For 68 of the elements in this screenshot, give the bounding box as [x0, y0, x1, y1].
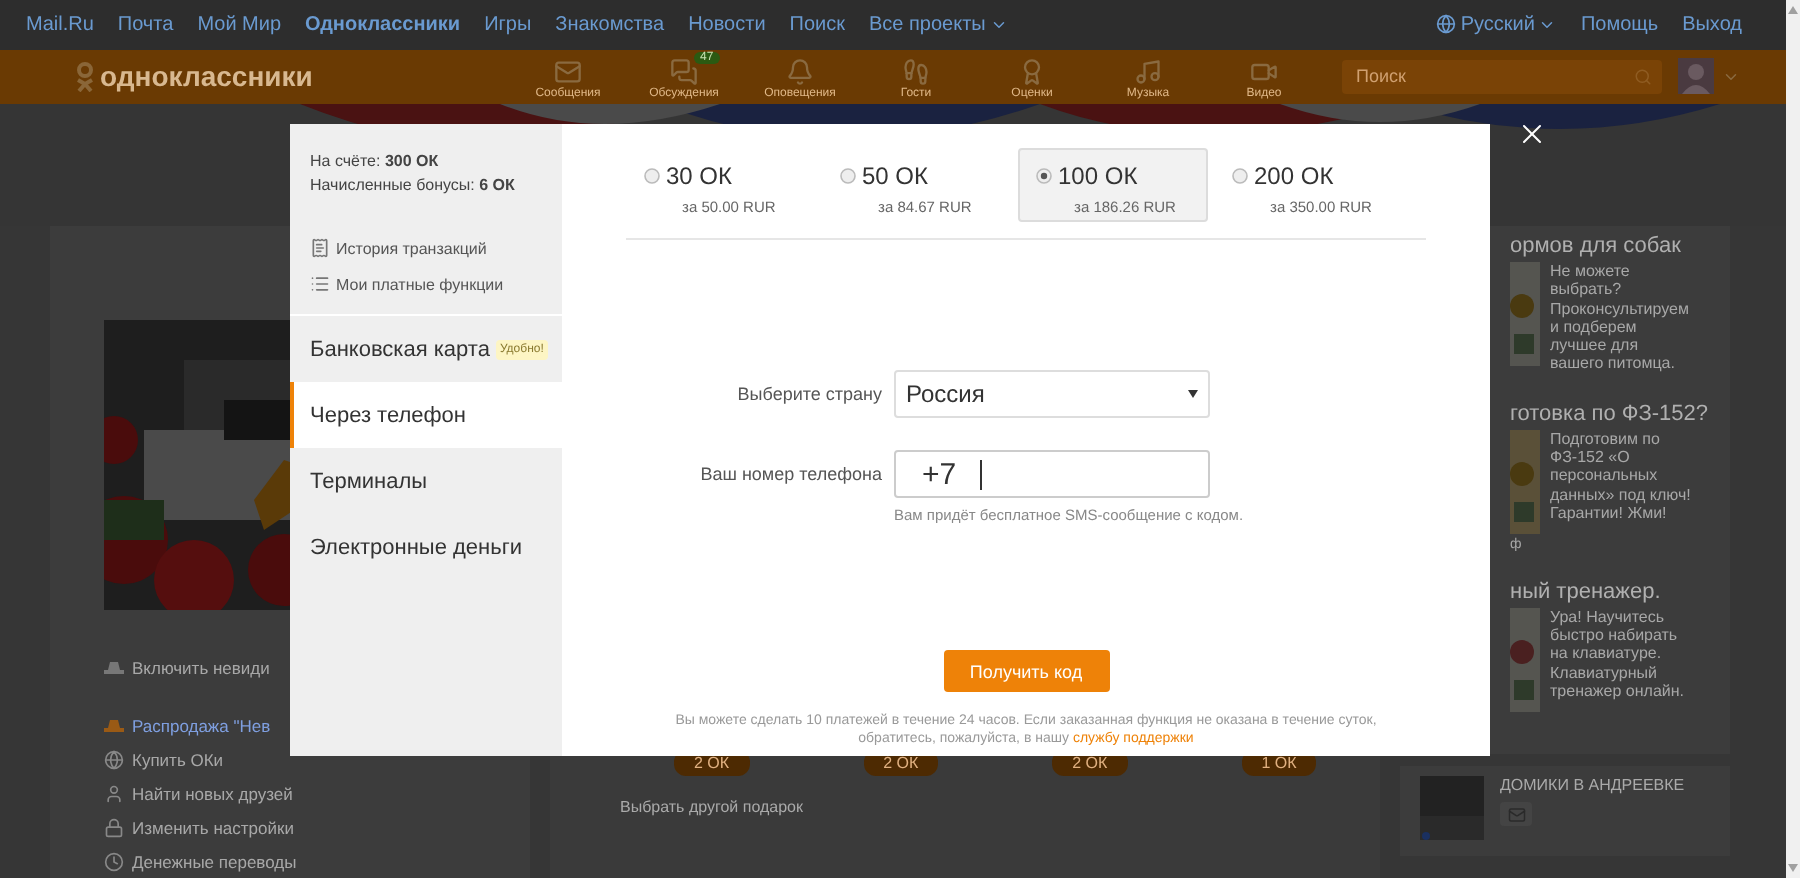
group-title[interactable]: ДОМИКИ В АНДРЕЕВКЕ [1500, 776, 1685, 794]
language-link[interactable]: Русский [1436, 13, 1557, 36]
hat-icon [104, 660, 124, 674]
bonus-text: Начисленные бонусы: 6 ОК [310, 176, 517, 194]
scroll-down-icon[interactable] [1788, 864, 1798, 872]
get-code-button[interactable]: Получить код [943, 650, 1109, 692]
scroll-up-icon[interactable] [1788, 6, 1798, 14]
envelope-icon [554, 58, 582, 87]
field-label: Ваш номер телефона [698, 464, 882, 484]
receipt-icon [310, 238, 330, 258]
ad-title[interactable]: ормов для собак [1510, 234, 1730, 258]
ad-text: Ура! Научитесь быстро набирать на клавиатуре. Клавиатурный тренажер онлайн. [1550, 607, 1686, 704]
sidebar-menu-item[interactable]: Включить невиди [104, 650, 530, 684]
globe-icon [1436, 14, 1457, 35]
radio-icon [644, 168, 660, 184]
ad-text: Подготовим по ФЗ-152 «О персональных данных» под ключ! Гарантии! Жми! [1550, 429, 1693, 526]
avatar-icon[interactable] [1678, 58, 1714, 95]
top-nav-link[interactable]: Помощь [1580, 13, 1659, 36]
top-nav-link[interactable]: Выход [1682, 13, 1742, 36]
music-note-icon [1134, 58, 1162, 87]
envelope-icon [1507, 805, 1525, 823]
radio-icon [840, 168, 856, 184]
globe-icon [104, 749, 124, 769]
sidebar-menu-item[interactable]: Денежные переводы [104, 844, 530, 878]
ad-title[interactable]: готовка по ФЗ-152? [1510, 401, 1730, 426]
sidebar-menu-item[interactable]: Изменить настройки [104, 810, 530, 844]
sidebar-menu-item[interactable]: Найти новых друзей [104, 776, 530, 810]
payment-method-tab[interactable]: Через телефон [290, 382, 562, 448]
sidebar-menu-item[interactable]: Распродажа "Нев [104, 708, 530, 742]
sidebar-link[interactable]: Мои платные функции [310, 274, 562, 294]
top-nav-link[interactable]: Почта [117, 13, 174, 36]
top-nav-link[interactable]: Игры [484, 13, 532, 36]
ad-title[interactable]: ный тренажер. [1510, 579, 1730, 604]
hat-icon [104, 718, 124, 732]
caret-icon [1188, 390, 1198, 398]
top-nav-link[interactable]: Поиск [789, 13, 845, 36]
sidebar-link[interactable]: История транзакций [310, 238, 562, 258]
text-cursor [980, 459, 983, 489]
list-icon [310, 274, 330, 294]
phone-field[interactable]: +7 [894, 450, 1210, 498]
country-select[interactable]: Россия [894, 370, 1210, 418]
top-nav-link[interactable]: Mail.Ru [26, 13, 94, 36]
radio-icon [1232, 168, 1248, 184]
top-nav-link[interactable]: Мой Мир [197, 13, 282, 36]
lock-icon [104, 817, 124, 837]
search-icon [1634, 67, 1652, 86]
top-nav-link[interactable]: Одноклассники [305, 13, 461, 36]
award-icon [1018, 58, 1046, 87]
message-button[interactable] [1500, 802, 1532, 826]
ad-text: Не можете выбрать? Проконсультируем и подберем лучшее для вашего питомца. [1550, 262, 1691, 374]
sidebar-menu-item[interactable]: Купить ОКи [104, 742, 530, 776]
bell-icon [786, 58, 814, 87]
payment-method-tab[interactable]: Электронные деньги [290, 514, 562, 580]
top-nav-link[interactable]: Новости [688, 13, 766, 36]
other-gift-link[interactable]: Выбрать другой подарок [620, 798, 1380, 816]
balance-text: На счёте: 300 ОК [310, 152, 441, 170]
radio-icon [1036, 168, 1052, 184]
user-icon [104, 783, 124, 803]
logo-icon [76, 61, 94, 92]
payment-method-tab[interactable]: Терминалы [290, 448, 562, 514]
site-logo[interactable]: одноклассники [100, 60, 510, 93]
clock-icon [104, 851, 124, 871]
search-field[interactable]: Поиск [1342, 59, 1662, 94]
top-nav-link[interactable]: Знакомства [555, 13, 665, 36]
speech-bubbles-icon [670, 58, 698, 87]
field-label: Выберите страну [735, 384, 882, 404]
footprints-icon [902, 58, 930, 87]
top-nav-link[interactable]: Все проекты [869, 13, 1008, 36]
